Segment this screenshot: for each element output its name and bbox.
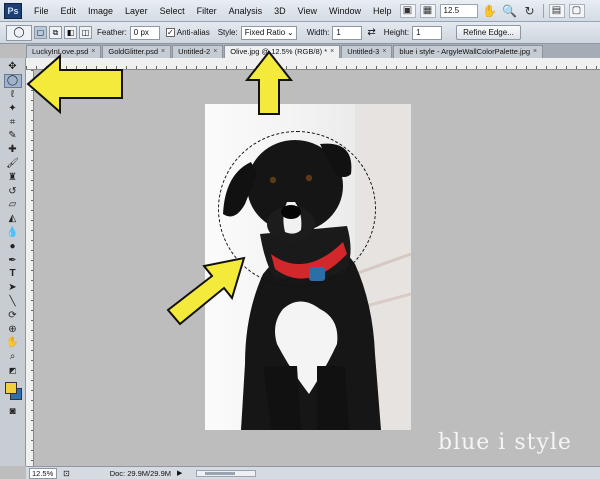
width-input[interactable]: 1 (332, 25, 363, 40)
lasso-tool-icon[interactable]: ℓ (4, 88, 22, 102)
horizontal-scrollbar[interactable] (196, 469, 257, 477)
width-label: Width: (306, 28, 330, 37)
tab-label: Untitled-2 (178, 47, 211, 56)
status-info-icon[interactable]: ⊡ (63, 469, 70, 478)
swap-dimensions-icon[interactable]: ⇄ (367, 27, 375, 38)
feather-input[interactable]: 0 px (129, 25, 160, 40)
eraser-tool-icon[interactable]: ▱ (4, 198, 22, 212)
crop-tool-icon[interactable]: ⌗ (4, 115, 22, 129)
menu-layer[interactable]: Layer (119, 0, 154, 22)
tab-label: Untitled-3 (347, 47, 380, 56)
annotation-arrow-left (26, 53, 123, 115)
menu-filter[interactable]: Filter (191, 0, 223, 22)
add-to-selection-icon[interactable]: ⧉ (49, 26, 62, 39)
arrange-documents-icon[interactable]: ▤ (548, 3, 565, 18)
3d-rotate-tool-icon[interactable]: ⟳ (4, 308, 22, 322)
tab-label: blue i style - ArgyleWallColorPalette.jp… (399, 47, 531, 56)
rotate-view-icon[interactable]: ↻ (522, 4, 538, 18)
close-icon[interactable]: × (161, 46, 165, 58)
new-selection-icon[interactable]: ▢ (34, 26, 47, 39)
paint-bucket-tool-icon[interactable]: ◭ (4, 212, 22, 226)
menu-edit[interactable]: Edit (55, 0, 83, 22)
refine-edge-button[interactable]: Refine Edge... (456, 25, 521, 40)
close-icon[interactable]: × (330, 46, 334, 58)
menu-view[interactable]: View (292, 0, 323, 22)
menu-image[interactable]: Image (82, 0, 119, 22)
menu-file[interactable]: File (28, 0, 55, 22)
antialias-label: Anti-alias (176, 28, 210, 37)
menu-analysis[interactable]: Analysis (223, 0, 269, 22)
tab-untitled-2[interactable]: Untitled-2 × (172, 45, 224, 58)
antialias-checkbox[interactable]: ✓ (165, 28, 175, 37)
status-zoom-field[interactable]: 12.5% (29, 467, 57, 479)
clone-stamp-tool-icon[interactable]: ♜ (4, 170, 22, 184)
annotation-arrow-diagonal (166, 256, 246, 326)
elliptical-marquee-tool-icon[interactable]: ◯ (3, 73, 22, 88)
color-swatches (3, 380, 23, 402)
tool-preset-picker[interactable]: ◯ (6, 24, 32, 41)
menu-select[interactable]: Select (154, 0, 191, 22)
vertical-ruler[interactable] (26, 70, 34, 466)
menu-bar: Ps File Edit Image Layer Select Filter A… (0, 0, 600, 22)
blur-tool-icon[interactable]: 💧 (4, 226, 22, 240)
history-brush-tool-icon[interactable]: ↺ (4, 184, 22, 198)
style-select[interactable]: Fixed Ratio ⌄ (240, 25, 297, 40)
chevron-down-icon: ⌄ (287, 27, 294, 37)
toolbox: ✥ ◯ ℓ ✦ ⌗ ✎ ✚ 🖌 ♜ ↺ ▱ ◭ 💧 ● ✒ T ➤ ╲ ⟳ ⊕ … (0, 58, 26, 466)
feather-label: Feather: (97, 28, 127, 37)
menu-3d[interactable]: 3D (268, 0, 292, 22)
screen-mode-icon[interactable]: ▢ (568, 3, 585, 18)
healing-brush-tool-icon[interactable]: ✚ (4, 143, 22, 157)
menubar-divider (542, 3, 544, 18)
move-tool-icon[interactable]: ✥ (4, 60, 22, 74)
bridge-icon[interactable]: ▣ (399, 3, 416, 18)
path-selection-tool-icon[interactable]: ➤ (4, 281, 22, 295)
quick-mask-icon[interactable]: ◙ (4, 404, 22, 418)
hand-tool-icon[interactable]: ✋ (482, 4, 498, 18)
close-icon[interactable]: × (213, 46, 217, 58)
zoom-level-field[interactable]: 12.5 (439, 3, 478, 18)
tab-untitled-3[interactable]: Untitled-3 × (341, 45, 393, 58)
style-label: Style: (217, 28, 238, 37)
annotation-arrow-up (245, 50, 293, 115)
height-label: Height: (383, 28, 410, 37)
zoom-tool-icon[interactable]: 🔍 (502, 4, 518, 18)
brush-tool-icon[interactable]: 🖌 (4, 157, 22, 171)
close-icon[interactable]: × (382, 46, 386, 58)
options-bar: ◯ ▢ ⧉ ◧ ◫ Feather: 0 px ✓ Anti-alias Sty… (0, 22, 600, 44)
status-menu-arrow-icon[interactable]: ▶ (177, 469, 182, 477)
default-colors-icon[interactable]: ◩ (4, 364, 22, 378)
dodge-tool-icon[interactable]: ● (4, 239, 22, 253)
height-input[interactable]: 1 (412, 25, 443, 40)
foreground-color-swatch[interactable] (4, 382, 17, 395)
menu-window[interactable]: Window (323, 0, 367, 22)
intersect-selection-icon[interactable]: ◫ (79, 26, 92, 39)
hand-tool-icon[interactable]: ✋ (4, 336, 22, 350)
3d-orbit-tool-icon[interactable]: ⊕ (4, 322, 22, 336)
photoshop-logo-icon: Ps (4, 2, 22, 19)
document-size-text: Doc: 29.9M/29.9M (109, 468, 171, 478)
status-bar: 12.5% ⊡ Doc: 29.9M/29.9M ▶ (26, 466, 600, 479)
close-icon[interactable]: × (533, 46, 537, 58)
subtract-from-selection-icon[interactable]: ◧ (64, 26, 77, 39)
eyedropper-tool-icon[interactable]: ✎ (4, 129, 22, 143)
line-tool-icon[interactable]: ╲ (4, 295, 22, 309)
view-extras-icon[interactable]: ▦ (419, 3, 436, 18)
watermark-text: blue i style (438, 430, 572, 455)
tab-argyle-palette[interactable]: blue i style - ArgyleWallColorPalette.jp… (393, 45, 544, 58)
menu-help[interactable]: Help (367, 0, 398, 22)
style-select-value: Fixed Ratio (244, 27, 286, 37)
type-tool-icon[interactable]: T (4, 267, 22, 281)
magic-wand-tool-icon[interactable]: ✦ (4, 101, 22, 115)
pen-tool-icon[interactable]: ✒ (4, 253, 22, 267)
zoom-tool-icon[interactable]: ⌕ (4, 350, 22, 364)
